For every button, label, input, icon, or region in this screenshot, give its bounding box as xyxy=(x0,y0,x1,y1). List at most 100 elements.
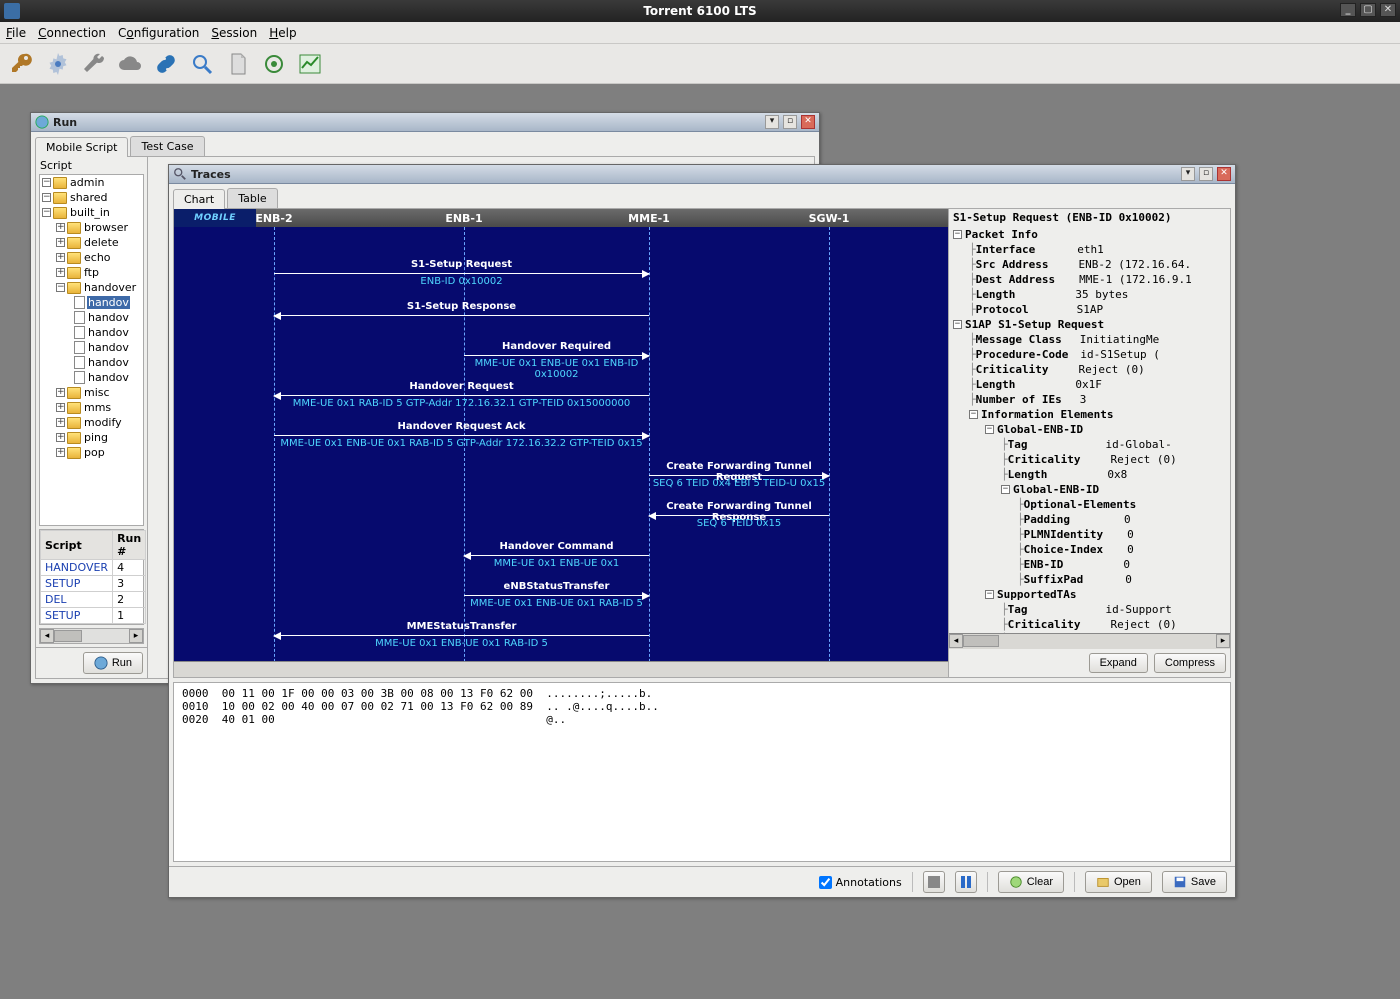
menu-help[interactable]: Help xyxy=(269,26,296,40)
hex-view[interactable]: 0000 00 11 00 1F 00 00 03 00 3B 00 08 00… xyxy=(173,682,1231,862)
expand-icon[interactable]: − xyxy=(42,193,51,202)
traces-close-button[interactable]: ✕ xyxy=(1217,167,1231,181)
tool-cloud-icon[interactable] xyxy=(114,48,146,80)
expand-icon[interactable]: + xyxy=(56,418,65,427)
annotations-checkbox-input[interactable] xyxy=(819,876,832,889)
expand-icon[interactable]: − xyxy=(42,178,51,187)
tool-gear2-icon[interactable] xyxy=(258,48,290,80)
details-row[interactable]: ├ SuffixPad0 xyxy=(949,572,1230,587)
tree-item-handov-4[interactable]: handov xyxy=(87,356,130,369)
details-row[interactable]: ├ Tagid-Global- xyxy=(949,437,1230,452)
details-row[interactable]: ├ Length0x1F xyxy=(949,377,1230,392)
tree-item-handov-1[interactable]: handov xyxy=(87,311,130,324)
details-row[interactable]: ├ CriticalityReject (0) xyxy=(949,362,1230,377)
scroll-thumb[interactable] xyxy=(54,630,82,642)
col-run[interactable]: Run # xyxy=(113,531,146,560)
save-button[interactable]: Save xyxy=(1162,871,1227,893)
tree-item-handover[interactable]: handover xyxy=(83,281,137,294)
tab-mobile-script[interactable]: Mobile Script xyxy=(35,137,128,157)
tool-document-icon[interactable] xyxy=(222,48,254,80)
run-window-titlebar[interactable]: Run ▾ ▫ ✕ xyxy=(31,113,819,132)
cell-script[interactable]: SETUP xyxy=(41,608,113,624)
collapse-icon[interactable]: − xyxy=(985,425,994,434)
tree-item-mms[interactable]: mms xyxy=(83,401,112,414)
details-row[interactable]: ├ Message ClassInitiatingMe xyxy=(949,332,1230,347)
collapse-icon[interactable]: − xyxy=(985,590,994,599)
tab-table[interactable]: Table xyxy=(227,188,277,208)
details-tree[interactable]: −Packet Info├ Interfaceeth1├ Src Address… xyxy=(949,226,1230,633)
expand-icon[interactable]: + xyxy=(56,403,65,412)
expand-icon[interactable]: + xyxy=(56,388,65,397)
tree-item-builtin[interactable]: built_in xyxy=(69,206,111,219)
collapse-icon[interactable]: − xyxy=(969,410,978,419)
cell-script[interactable]: DEL xyxy=(41,592,113,608)
close-button[interactable]: ✕ xyxy=(1380,3,1396,17)
expand-icon[interactable]: + xyxy=(56,223,65,232)
details-row[interactable]: −Global-ENB-ID xyxy=(949,422,1230,437)
menu-connection[interactable]: Connection xyxy=(38,26,106,40)
tool-gear-icon[interactable] xyxy=(42,48,74,80)
pause-button[interactable] xyxy=(955,871,977,893)
tree-item-misc[interactable]: misc xyxy=(83,386,111,399)
details-row[interactable]: ├ Src AddressENB-2 (172.16.64. xyxy=(949,257,1230,272)
tree-item-modify[interactable]: modify xyxy=(83,416,123,429)
tree-item-delete[interactable]: delete xyxy=(83,236,120,249)
traces-min-button[interactable]: ▾ xyxy=(1181,167,1195,181)
details-row[interactable]: ├ Interfaceeth1 xyxy=(949,242,1230,257)
tree-item-ping[interactable]: ping xyxy=(83,431,109,444)
tree-item-browser[interactable]: browser xyxy=(83,221,129,234)
minimize-button[interactable]: _ xyxy=(1340,3,1356,17)
details-row[interactable]: ├ Optional-Elements xyxy=(949,497,1230,512)
tree-item-admin[interactable]: admin xyxy=(69,176,105,189)
expand-icon[interactable]: + xyxy=(56,238,65,247)
run-min-button[interactable]: ▾ xyxy=(765,115,779,129)
details-row[interactable]: ├ Padding0 xyxy=(949,512,1230,527)
details-row[interactable]: ├ CriticalityReject (0) xyxy=(949,452,1230,467)
open-button[interactable]: Open xyxy=(1085,871,1152,893)
expand-button[interactable]: Expand xyxy=(1089,653,1148,673)
details-row[interactable]: −S1AP S1-Setup Request xyxy=(949,317,1230,332)
details-row[interactable]: ├ Length35 bytes xyxy=(949,287,1230,302)
tree-item-handov-3[interactable]: handov xyxy=(87,341,130,354)
tree-item-echo[interactable]: echo xyxy=(83,251,112,264)
col-script[interactable]: Script xyxy=(41,531,113,560)
cell-script[interactable]: SETUP xyxy=(41,576,113,592)
cell-script[interactable]: HANDOVER xyxy=(41,560,113,576)
sequence-chart[interactable]: MOBILE ENB-2ENB-1MME-1SGW-1 S1-Setup Req… xyxy=(174,209,948,677)
run-close-button[interactable]: ✕ xyxy=(801,115,815,129)
tree-item-handov-5[interactable]: handov xyxy=(87,371,130,384)
tree-item-shared[interactable]: shared xyxy=(69,191,108,204)
tree-item-handov-0[interactable]: handov xyxy=(87,296,130,309)
details-row[interactable]: ├ Choice-Index0 xyxy=(949,542,1230,557)
expand-icon[interactable]: + xyxy=(56,253,65,262)
maximize-button[interactable]: ▢ xyxy=(1360,3,1376,17)
collapse-icon[interactable]: − xyxy=(1001,485,1010,494)
collapse-icon[interactable]: − xyxy=(953,230,962,239)
scroll-right-icon[interactable]: ▸ xyxy=(1216,634,1230,648)
details-row[interactable]: ├ Dest AddressMME-1 (172.16.9.1 xyxy=(949,272,1230,287)
chart-hscrollbar[interactable] xyxy=(174,661,948,677)
tool-wrench-icon[interactable] xyxy=(78,48,110,80)
menu-file[interactable]: File xyxy=(6,26,26,40)
traces-window-titlebar[interactable]: Traces ▾ ▫ ✕ xyxy=(169,165,1235,184)
collapse-icon[interactable]: − xyxy=(56,283,65,292)
annotations-checkbox[interactable]: Annotations xyxy=(819,876,902,889)
scroll-left-icon[interactable]: ◂ xyxy=(40,629,54,643)
expand-icon[interactable]: + xyxy=(56,268,65,277)
tab-test-case[interactable]: Test Case xyxy=(130,136,204,156)
menu-session[interactable]: Session xyxy=(211,26,257,40)
tree-item-pop[interactable]: pop xyxy=(83,446,106,459)
details-row[interactable]: −SupportedTAs xyxy=(949,587,1230,602)
details-row[interactable]: ├ ProtocolS1AP xyxy=(949,302,1230,317)
clear-button[interactable]: Clear xyxy=(998,871,1064,893)
details-row[interactable]: ├ Tagid-Support xyxy=(949,602,1230,617)
tree-hscrollbar[interactable]: ◂ ▸ xyxy=(39,628,144,644)
details-row[interactable]: ├ CriticalityReject (0) xyxy=(949,617,1230,632)
scroll-right-icon[interactable]: ▸ xyxy=(129,629,143,643)
details-row[interactable]: ├ PLMNIdentity0 xyxy=(949,527,1230,542)
details-row[interactable]: ├ ENB-ID0 xyxy=(949,557,1230,572)
tree-item-handov-2[interactable]: handov xyxy=(87,326,130,339)
run-max-button[interactable]: ▫ xyxy=(783,115,797,129)
tree-item-ftp[interactable]: ftp xyxy=(83,266,100,279)
scroll-thumb[interactable] xyxy=(963,635,999,647)
